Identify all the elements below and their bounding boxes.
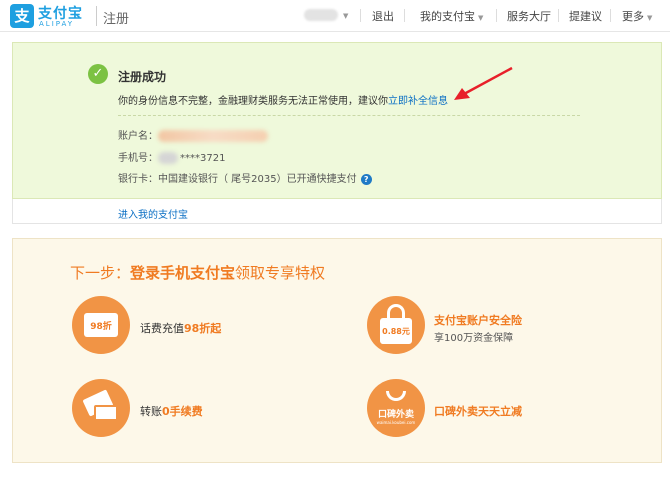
phone-row: 手机号： ****3721 <box>118 149 225 164</box>
caret-down-icon: ▼ <box>478 14 484 22</box>
nav-separator <box>404 9 405 22</box>
my-alipay-menu[interactable]: 我的支付宝 ▼ <box>420 8 483 24</box>
koubei-icon: 口碑外卖 waimai.koubei.com <box>367 379 425 437</box>
perk-transfer-text: 转账 <box>140 405 162 418</box>
logo-divider <box>96 6 97 26</box>
lock-icon-text: 0.88元 <box>382 327 410 336</box>
perk-recharge-highlight: 98折起 <box>184 322 222 335</box>
coupon-98-icon: 98折 <box>72 296 130 354</box>
perk-koubei-title: 口碑外卖天天立减 <box>434 405 522 418</box>
phone-label: 手机号： <box>118 153 158 164</box>
account-name-blurred <box>158 130 268 142</box>
red-arrow-annotation <box>454 66 513 100</box>
account-row: 账户名： <box>118 127 268 142</box>
success-panel-footer <box>12 199 662 224</box>
perk-insurance-title: 支付宝账户安全险 <box>434 314 522 327</box>
nav-separator <box>610 9 611 22</box>
perk-transfer: 转账0手续费 <box>140 403 203 419</box>
check-circle-icon: ✓ <box>88 64 108 84</box>
success-message-text: 你的身份信息不完整，金融理财类服务无法正常使用，建议你 <box>118 96 388 107</box>
perk-transfer-highlight: 0手续费 <box>162 405 203 418</box>
nav-separator <box>558 9 559 22</box>
perk-insurance-subtitle: 享100万资金保障 <box>434 333 514 344</box>
phone-prefix-blurred <box>158 152 178 164</box>
logout-link[interactable]: 退出 <box>372 8 394 24</box>
next-step-suffix: 领取专享特权 <box>235 264 326 282</box>
dashed-divider <box>118 115 580 116</box>
nav-separator <box>360 9 361 22</box>
my-alipay-label: 我的支付宝 <box>420 10 475 23</box>
feedback-link[interactable]: 提建议 <box>569 8 602 24</box>
username-blurred[interactable] <box>304 9 338 21</box>
next-step-prefix: 下一步： <box>70 264 131 282</box>
bank-value: 中国建设银行（ 尾号2035）已开通快捷支付 <box>158 174 357 185</box>
perk-recharge-text: 话费充值 <box>140 322 184 335</box>
help-question-icon[interactable]: ? <box>360 173 372 185</box>
enter-my-alipay-link[interactable]: 进入我的支付宝 <box>118 206 188 221</box>
brand-name-en: ALIPAY <box>39 20 75 28</box>
page-title: 注册 <box>103 12 130 27</box>
top-header: 支 支付宝 ALIPAY 注册 ▼ 退出 我的支付宝 ▼ 服务大厅 提建议 更多 ▼ <box>0 0 670 32</box>
caret-down-icon: ▼ <box>647 14 653 22</box>
caret-down-icon: ▼ <box>343 12 349 20</box>
user-menu-caret[interactable]: ▼ <box>340 8 348 21</box>
service-hall-link[interactable]: 服务大厅 <box>507 8 551 24</box>
next-step-title: 下一步：登录手机支付宝领取专享特权 <box>70 262 325 283</box>
nav-separator <box>496 9 497 22</box>
account-label: 账户名： <box>118 131 158 142</box>
more-menu[interactable]: 更多 ▼ <box>622 8 652 24</box>
complete-info-link[interactable]: 立即补全信息 <box>388 96 448 107</box>
koubei-icon-text: 口碑外卖 <box>377 410 414 420</box>
perk-recharge: 话费充值98折起 <box>140 320 221 336</box>
bank-label: 银行卡： <box>118 174 158 185</box>
koubei-icon-url: waimai.koubei.com <box>376 420 416 425</box>
lock-icon: 0.88元 <box>367 296 425 354</box>
coupon-icon-text: 98折 <box>90 322 112 332</box>
success-title: 注册成功 <box>118 70 167 84</box>
phone-value: ****3721 <box>180 153 226 164</box>
next-step-bold: 登录手机支付宝 <box>130 264 236 282</box>
bank-row: 银行卡：中国建设银行（ 尾号2035）已开通快捷支付? <box>118 170 372 185</box>
card-transfer-icon <box>72 379 130 437</box>
alipay-logo-icon[interactable]: 支 <box>10 4 34 28</box>
more-label: 更多 <box>622 10 644 23</box>
success-message: 你的身份信息不完整，金融理财类服务无法正常使用，建议你立即补全信息 <box>118 92 448 107</box>
